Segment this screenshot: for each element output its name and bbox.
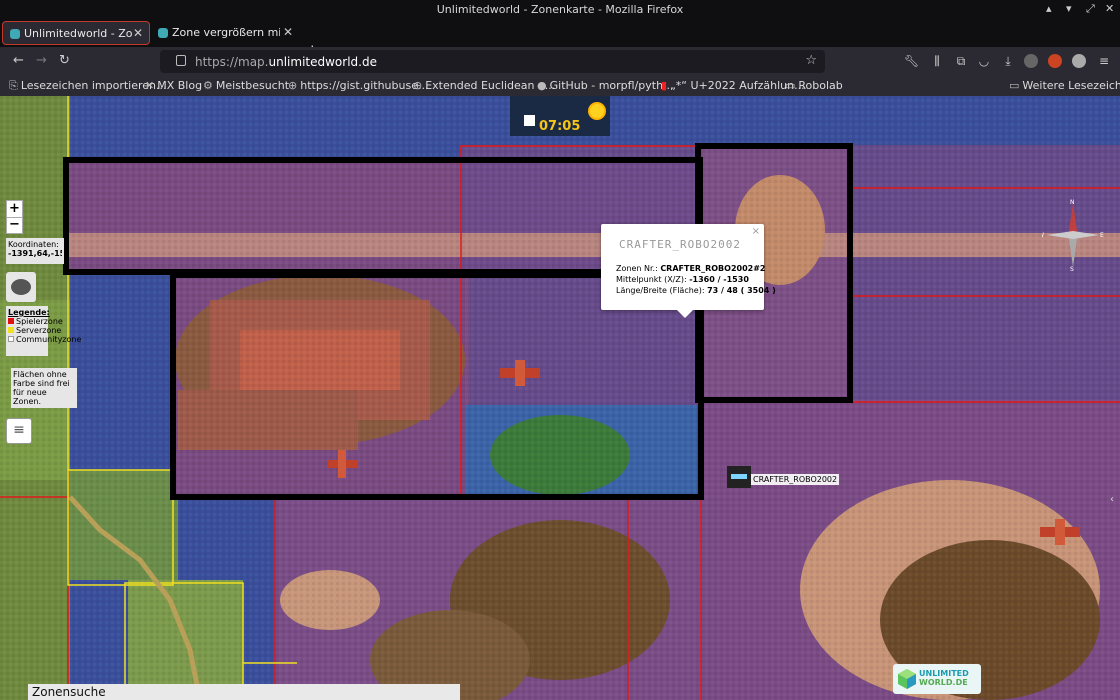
legend-swatch <box>8 327 14 333</box>
popup-close-button[interactable]: × <box>752 226 760 237</box>
logo-text: UNLIMITED WORLD.DE <box>919 669 969 687</box>
legend-title: Legende: <box>8 308 50 317</box>
window-title: Unlimitedworld - Zonenkarte - Mozilla Fi… <box>436 3 684 16</box>
coordinates-value: -1391,64,-1522 <box>8 249 62 258</box>
back-icon[interactable]: ← <box>13 53 24 68</box>
extensions-icon[interactable]: ⧉ <box>954 54 968 68</box>
github-icon: ● <box>537 79 547 92</box>
bookmark-star-icon[interactable]: ☆ <box>805 53 817 68</box>
legend-item-communityzone: Communityzone <box>8 335 81 344</box>
gear-icon: ⚙ <box>203 79 213 92</box>
popup-center-row: Mittelpunkt (X/Z): -1360 / -1530 <box>616 275 749 284</box>
tab-zone-vergroessern[interactable]: Zone vergrößern mit Übe ✕ <box>151 21 299 45</box>
compass-icon: N E S W <box>1042 199 1104 272</box>
url-bar[interactable]: https://map.unlimitedworld.de ☆ <box>160 50 825 73</box>
window-close-icon[interactable]: ✕ <box>1105 2 1114 15</box>
coordinates-panel: Koordinaten: -1391,64,-1522 <box>6 238 64 264</box>
bookmarks-toolbar: ⎘ Lesezeichen importieren... ✕ MX Blog ⚙ Me… <box>0 76 1120 96</box>
tab-label: Zone vergrößern mit Übe <box>172 26 280 39</box>
zoom-control: + − <box>6 200 23 234</box>
import-icon: ⎘ <box>9 79 18 92</box>
coordinates-label: Koordinaten: <box>8 240 59 249</box>
legend-swatch <box>8 336 14 342</box>
game-clock: 07:05 <box>510 96 610 136</box>
tab-label: Unlimitedworld - Zonenk <box>24 27 132 40</box>
library-icon[interactable]: ⫼ <box>930 54 944 68</box>
layers-icon[interactable]: ≡ <box>6 418 32 444</box>
url-text[interactable]: https://map.unlimitedworld.de <box>195 55 377 69</box>
clock-time: 07:05 <box>539 119 581 134</box>
cube-logo-icon <box>898 669 916 689</box>
window-titlebar: Unlimitedworld - Zonenkarte - Mozilla Fi… <box>0 0 1120 19</box>
pocket-icon[interactable]: ◡ <box>977 54 991 68</box>
minimap-button[interactable] <box>6 272 36 302</box>
reload-icon[interactable]: ↻ <box>59 53 70 68</box>
addon-icon[interactable] <box>1024 54 1038 68</box>
addon-icon-2[interactable] <box>1048 54 1062 68</box>
folder-icon: ▭ <box>1009 79 1020 92</box>
bookmark-github[interactable]: ● GitHub - morpfl/pyth... <box>537 79 674 92</box>
compass-s: S <box>1070 266 1074 272</box>
compass-w: W <box>1042 232 1044 239</box>
bookmark-mx-blog[interactable]: ✕ MX Blog <box>145 79 202 92</box>
legend-item-serverzone: Serverzone <box>8 326 61 335</box>
map-terrain[interactable] <box>0 96 1120 700</box>
wrench-icon[interactable]: 🔧︎ <box>904 54 919 68</box>
legend-item-spielerzone: Spielerzone <box>8 317 63 326</box>
unlimitedworld-favicon-icon <box>10 29 20 39</box>
popup-size-row: Länge/Breite (Fläche): 73 / 48 ( 3504 ) <box>616 286 776 295</box>
close-tab-icon[interactable]: ✕ <box>133 26 143 40</box>
window-up-icon[interactable]: ▴ <box>1046 2 1052 15</box>
moon-icon <box>524 115 535 126</box>
unlimitedworld-favicon-icon <box>158 28 168 38</box>
zone-map[interactable]: + − Koordinaten: -1391,64,-1522 Legende:… <box>0 96 1120 700</box>
zoom-in-button[interactable]: + <box>7 201 22 218</box>
forward-icon[interactable]: → <box>36 53 47 68</box>
legend-swatch <box>8 318 14 324</box>
bookmark-robolab[interactable]: ▭ Robolab <box>785 79 843 92</box>
unlimitedworld-logo[interactable]: UNLIMITED WORLD.DE <box>893 664 981 694</box>
legend-note: Flächen ohne Farbe sind frei für neue Zo… <box>11 368 77 408</box>
popup-title: CRAFTER_ROBO2002 <box>619 238 741 251</box>
zone-search-bar[interactable]: Zonensuche <box>28 684 460 700</box>
lock-icon[interactable] <box>176 55 186 66</box>
minimap-icon <box>11 279 31 295</box>
mx-icon: ✕ <box>145 79 155 92</box>
player-name-label: CRAFTER_ROBO2002 <box>751 474 840 485</box>
tab-bar: Unlimitedworld - Zonenk ✕ Zone vergrößer… <box>0 19 1120 59</box>
bookmark-import[interactable]: ⎘ Lesezeichen importieren... <box>9 79 167 93</box>
globe-icon: ⊕ <box>413 79 423 92</box>
folder-icon: ▭ <box>785 79 796 92</box>
tab-unlimitedworld[interactable]: Unlimitedworld - Zonenk ✕ <box>2 21 150 45</box>
account-icon[interactable] <box>1072 54 1086 68</box>
window-minimize-icon[interactable]: ▾ <box>1066 2 1072 15</box>
compass-e: E <box>1100 232 1104 239</box>
download-icon[interactable]: ⤓ <box>1001 54 1015 68</box>
side-panel-toggle-icon[interactable]: ‹ <box>1110 494 1114 505</box>
bookmark-euclidean[interactable]: ⊕ Extended Euclidean a... <box>413 79 555 92</box>
zoom-out-button[interactable]: − <box>7 218 22 233</box>
legend-panel: Legende: Spielerzone Serverzone Communit… <box>6 306 81 356</box>
bookmark-meistbesucht[interactable]: ⚙ Meistbesucht <box>203 79 289 92</box>
zone-popup: CRAFTER_ROBO2002 × Zonen Nr.: CRAFTER_RO… <box>601 224 776 318</box>
navigation-bar: ← → ↻ https://map.unlimitedworld.de ☆ 🔧︎… <box>0 47 1120 76</box>
bookmark-other[interactable]: ▭Weitere Lesezeichen <box>1009 79 1120 92</box>
page-icon: ▮ <box>661 79 668 92</box>
popup-zone-row: Zonen Nr.: CRAFTER_ROBO2002#2 <box>616 264 766 273</box>
menu-icon[interactable]: ≡ <box>1097 54 1111 68</box>
compass-n: N <box>1070 199 1075 206</box>
globe-icon: ⊕ <box>288 79 298 92</box>
bookmark-gist[interactable]: ⊕ https://gist.githubuse... <box>288 79 428 92</box>
close-tab-icon[interactable]: ✕ <box>283 25 293 39</box>
player-marker-icon[interactable] <box>727 466 751 488</box>
sun-icon <box>590 104 604 118</box>
window-maximize-icon[interactable]: ⤢ <box>1086 2 1095 16</box>
bookmark-u2022[interactable]: ▮ „*“ U+2022 Aufzählun... <box>661 79 805 92</box>
